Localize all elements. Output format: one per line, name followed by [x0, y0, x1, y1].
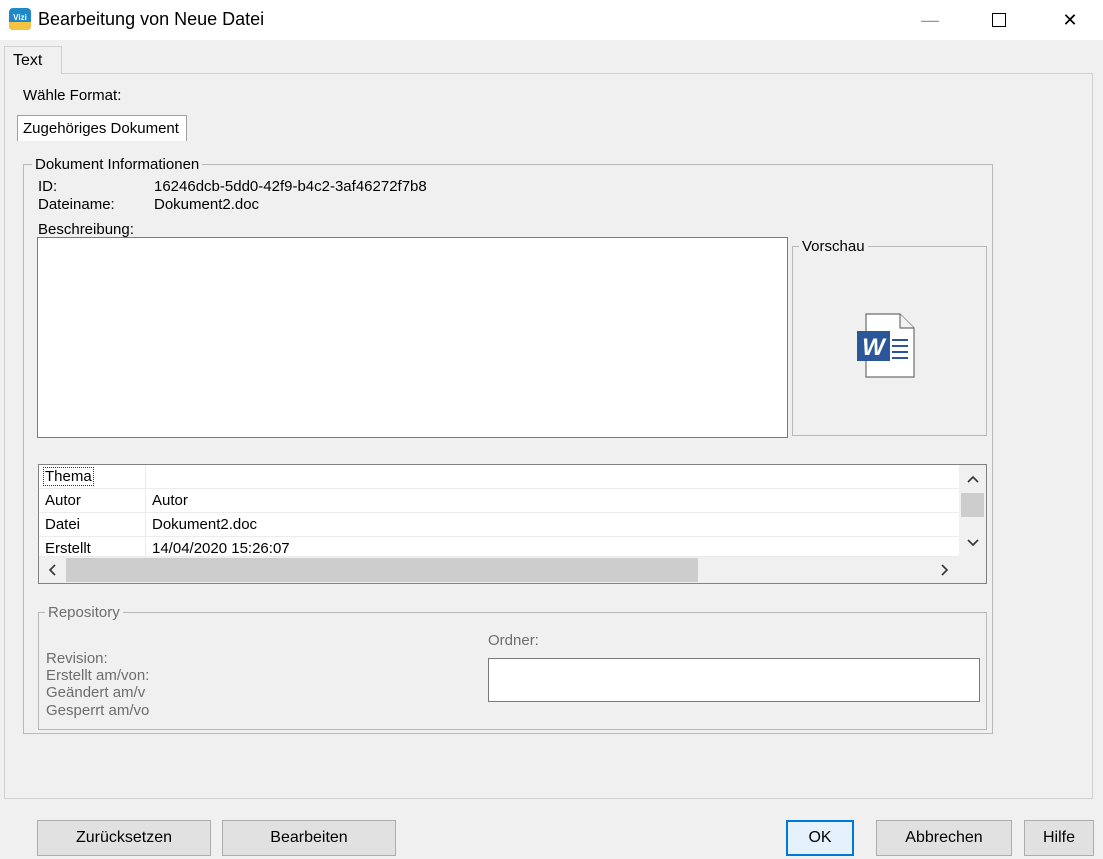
property-value: Autor [152, 492, 188, 509]
format-label: Wähle Format: [23, 87, 122, 104]
description-label: Beschreibung: [38, 221, 134, 237]
chevron-up-icon[interactable] [959, 465, 986, 493]
properties-grid[interactable]: Thema Autor Autor Datei Dokument2.doc Er… [38, 464, 987, 584]
word-document-icon: W [856, 313, 918, 379]
id-label: ID: [38, 178, 58, 195]
table-row[interactable]: Autor Autor [39, 489, 959, 513]
table-row[interactable]: Erstellt 14/04/2020 15:26:07 [39, 537, 959, 557]
tab-text[interactable]: Text [4, 46, 62, 74]
horizontal-scrollbar[interactable] [39, 557, 986, 583]
repository-legend: Repository [48, 604, 120, 621]
svg-text:W: W [862, 334, 887, 361]
edit-button[interactable]: Bearbeiten [222, 820, 396, 856]
chevron-right-icon[interactable] [932, 557, 958, 583]
vertical-scrollbar[interactable] [959, 465, 986, 557]
document-info-legend: Dokument Informationen [35, 156, 200, 173]
property-key: Autor [45, 492, 81, 509]
folder-input[interactable] [488, 658, 980, 702]
property-value: Dokument2.doc [152, 516, 258, 533]
folder-label: Ordner: [488, 632, 539, 649]
minimize-icon: — [921, 9, 939, 30]
id-value: 16246dcb-5dd0-42f9-b4c2-3af46272f7b8 [154, 178, 427, 195]
changed-label: Geändert am/v [46, 684, 146, 701]
window-title: Bearbeitung von Neue Datei [38, 9, 265, 29]
description-textarea[interactable] [37, 237, 788, 438]
created-label: Erstellt am/von: [46, 667, 150, 682]
minimize-button[interactable]: — [907, 0, 953, 40]
horizontal-scroll-thumb[interactable] [66, 558, 698, 582]
chevron-left-icon[interactable] [39, 557, 65, 583]
app-icon: Vizi [9, 8, 31, 30]
table-row[interactable]: Thema [39, 465, 959, 489]
property-key: Thema [43, 467, 94, 486]
reset-button[interactable]: Zurücksetzen [37, 820, 211, 856]
close-button[interactable]: ✕ [1047, 0, 1093, 40]
property-value: 14/04/2020 15:26:07 [152, 540, 290, 557]
property-key: Datei [45, 516, 81, 533]
locked-label: Gesperrt am/vo [46, 702, 150, 719]
table-row[interactable]: Datei Dokument2.doc [39, 513, 959, 537]
tab-zugehoeriges-dokument[interactable]: Zugehöriges Dokument [17, 115, 187, 141]
maximize-button[interactable] [976, 0, 1022, 40]
preview-legend: Vorschau [802, 238, 865, 255]
close-icon: ✕ [1062, 9, 1078, 30]
maximize-icon [992, 13, 1006, 27]
revision-label: Revision: [46, 650, 108, 667]
cancel-button[interactable]: Abbrechen [876, 820, 1012, 856]
ok-button[interactable]: OK [786, 820, 854, 856]
help-button[interactable]: Hilfe [1024, 820, 1094, 856]
vertical-scroll-thumb[interactable] [961, 493, 984, 517]
filename-label: Dateiname: [38, 196, 115, 213]
chevron-down-icon[interactable] [959, 529, 986, 557]
filename-value: Dokument2.doc [154, 196, 260, 213]
property-key: Erstellt [45, 540, 91, 557]
